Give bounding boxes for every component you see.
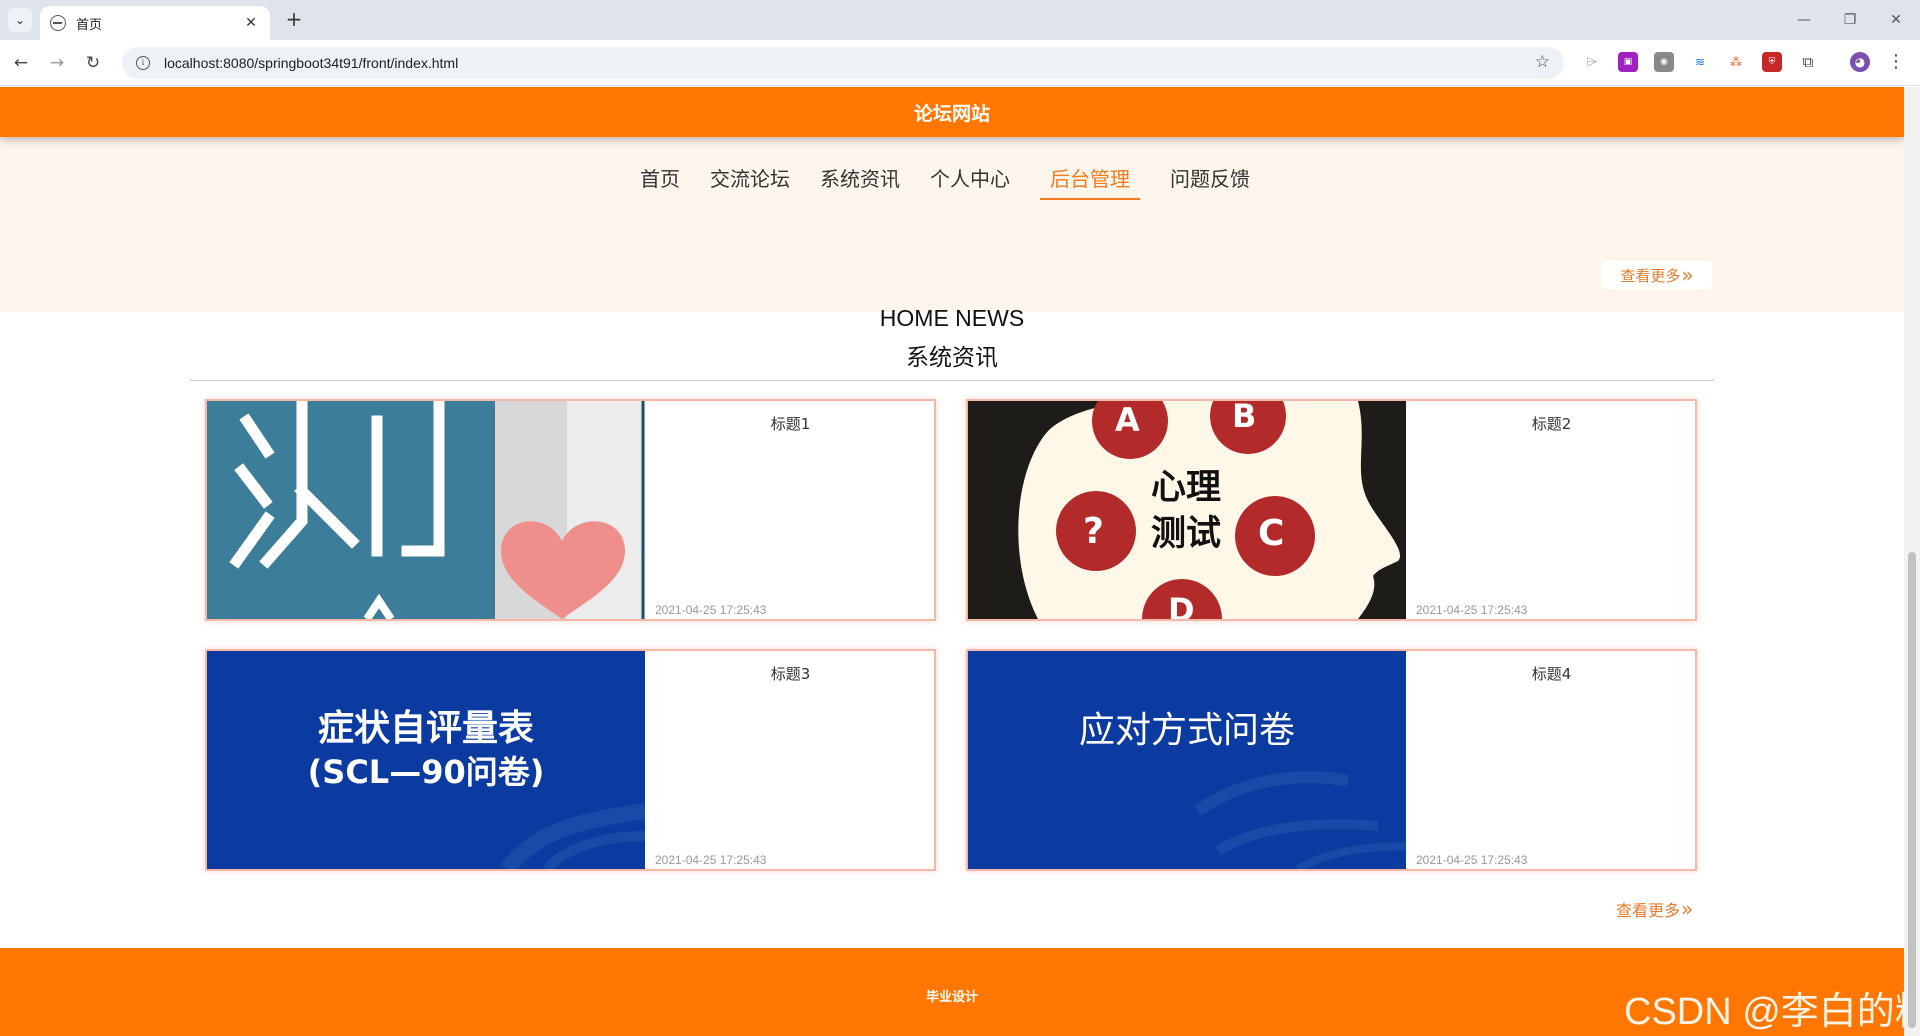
extension-cursor-icon[interactable]: ⌲ [1582, 52, 1602, 72]
tab-search-chevron-icon[interactable]: ⌄ [8, 8, 32, 32]
back-button[interactable]: ← [8, 50, 34, 76]
news-image-psych-test[interactable]: A B ? C D 心理测试 [968, 401, 1406, 619]
new-tab-button[interactable]: + [282, 8, 306, 32]
news-card-date: 2021-04-25 17:25:43 [1416, 853, 1528, 867]
extension-layers-icon[interactable]: ≋ [1690, 52, 1710, 72]
main-menu: 首页 交流论坛 系统资讯 个人中心 后台管理 问题反馈 [640, 163, 1280, 200]
letter-a: A [1115, 401, 1140, 439]
image-caption-sub: (SCL—90问卷) [307, 753, 545, 791]
letter-d: D [1168, 591, 1195, 619]
double-chevron-right-icon: » [1681, 897, 1694, 921]
browser-tab[interactable]: 首页 ✕ [40, 6, 270, 40]
browser-menu-icon[interactable]: ⋮ [1886, 52, 1906, 72]
letter-b: B [1232, 401, 1257, 435]
close-window-button[interactable]: ✕ [1876, 8, 1916, 32]
news-card-date: 2021-04-25 17:25:43 [655, 603, 767, 617]
extension-shield-icon[interactable]: ⛨ [1762, 52, 1782, 72]
news-card[interactable]: 应对方式问卷 标题4 2021-04-25 17:25:43 [966, 649, 1697, 871]
view-more-link-bottom[interactable]: 查看更多» [1616, 897, 1693, 921]
watermark: CSDN @李白的粉 [1624, 991, 1904, 1033]
view-more-label: 查看更多 [1616, 901, 1681, 920]
footer-text: 毕业设计 [925, 989, 978, 1005]
site-title: 论坛网站 [913, 102, 990, 125]
menu-item-admin[interactable]: 后台管理 [1040, 163, 1140, 200]
bookmark-star-icon[interactable]: ☆ [1535, 52, 1550, 72]
forward-button[interactable]: → [44, 50, 70, 76]
site-header: 论坛网站 [0, 87, 1904, 137]
extension-tree-icon[interactable]: ⁂ [1726, 52, 1746, 72]
browser-tabstrip: ⌄ 首页 ✕ + — ❐ ✕ [0, 0, 1920, 40]
menu-item-home[interactable]: 首页 [640, 163, 680, 200]
site-info-icon[interactable]: i [136, 56, 150, 70]
extensions-puzzle-icon[interactable]: ⧉ [1798, 52, 1818, 72]
news-card-date: 2021-04-25 17:25:43 [655, 853, 767, 867]
globe-icon [50, 15, 66, 31]
news-card-title[interactable]: 标题4 [1406, 663, 1695, 684]
site-footer: 毕业设计 [0, 948, 1904, 1036]
image-caption: 心理测试 [1150, 468, 1221, 554]
news-section-header: HOME NEWS 系统资讯 [0, 305, 1904, 372]
menu-item-feedback[interactable]: 问题反馈 [1170, 163, 1250, 200]
minimize-button[interactable]: — [1784, 8, 1824, 32]
tab-close-icon[interactable]: ✕ [242, 15, 260, 31]
image-caption: 症状自评量表 [317, 708, 534, 749]
news-title-cn: 系统资讯 [906, 345, 998, 371]
page-scrollbar[interactable] [1904, 87, 1920, 1036]
url-text[interactable]: localhost:8080/springboot34t91/front/ind… [164, 55, 458, 71]
reload-button[interactable]: ↻ [80, 50, 106, 76]
double-chevron-right-icon: » [1681, 263, 1694, 287]
news-card[interactable]: 症状自评量表 (SCL—90问卷) 标题3 2021-04-25 17:25:4… [205, 649, 936, 871]
news-card-date: 2021-04-25 17:25:43 [1416, 603, 1528, 617]
address-bar[interactable]: i localhost:8080/springboot34t91/front/i… [122, 47, 1564, 79]
view-more-label: 查看更多 [1620, 266, 1681, 285]
divider [190, 380, 1714, 381]
news-card[interactable]: A B ? C D 心理测试 标题2 2021-04-25 17:25:43 [966, 399, 1697, 621]
news-card-title[interactable]: 标题3 [645, 663, 934, 684]
news-card-title[interactable]: 标题1 [645, 413, 934, 434]
profile-avatar[interactable]: ◕ [1850, 52, 1870, 72]
letter-c: C [1258, 513, 1285, 554]
news-image-test[interactable]: 测 [207, 401, 645, 619]
letter-question: ? [1083, 511, 1104, 552]
scrollbar-thumb[interactable] [1908, 552, 1916, 1028]
extension-mask-icon[interactable]: ◉ [1654, 52, 1674, 72]
news-title-en: HOME NEWS [879, 305, 1025, 331]
image-caption: 应对方式问卷 [1078, 710, 1295, 751]
menu-item-forum[interactable]: 交流论坛 [710, 163, 790, 200]
tab-title: 首页 [76, 16, 103, 32]
web-page: 论坛网站 首页 交流论坛 系统资讯 个人中心 后台管理 问题反馈 查看更多 » … [0, 87, 1904, 1036]
view-more-link-top[interactable]: 查看更多 » [1602, 261, 1712, 289]
news-image-coping[interactable]: 应对方式问卷 [968, 651, 1406, 869]
extension-purple-icon[interactable]: ▣ [1618, 52, 1638, 72]
browser-toolbar: ← → ↻ i localhost:8080/springboot34t91/f… [0, 40, 1920, 86]
restore-button[interactable]: ❐ [1830, 8, 1870, 32]
news-card-title[interactable]: 标题2 [1406, 413, 1695, 434]
news-card[interactable]: 测 标题1 2021-04-25 17:25:43 [205, 399, 936, 621]
news-image-scl90[interactable]: 症状自评量表 (SCL—90问卷) [207, 651, 645, 869]
menu-item-profile[interactable]: 个人中心 [930, 163, 1010, 200]
menu-item-news[interactable]: 系统资讯 [820, 163, 900, 200]
